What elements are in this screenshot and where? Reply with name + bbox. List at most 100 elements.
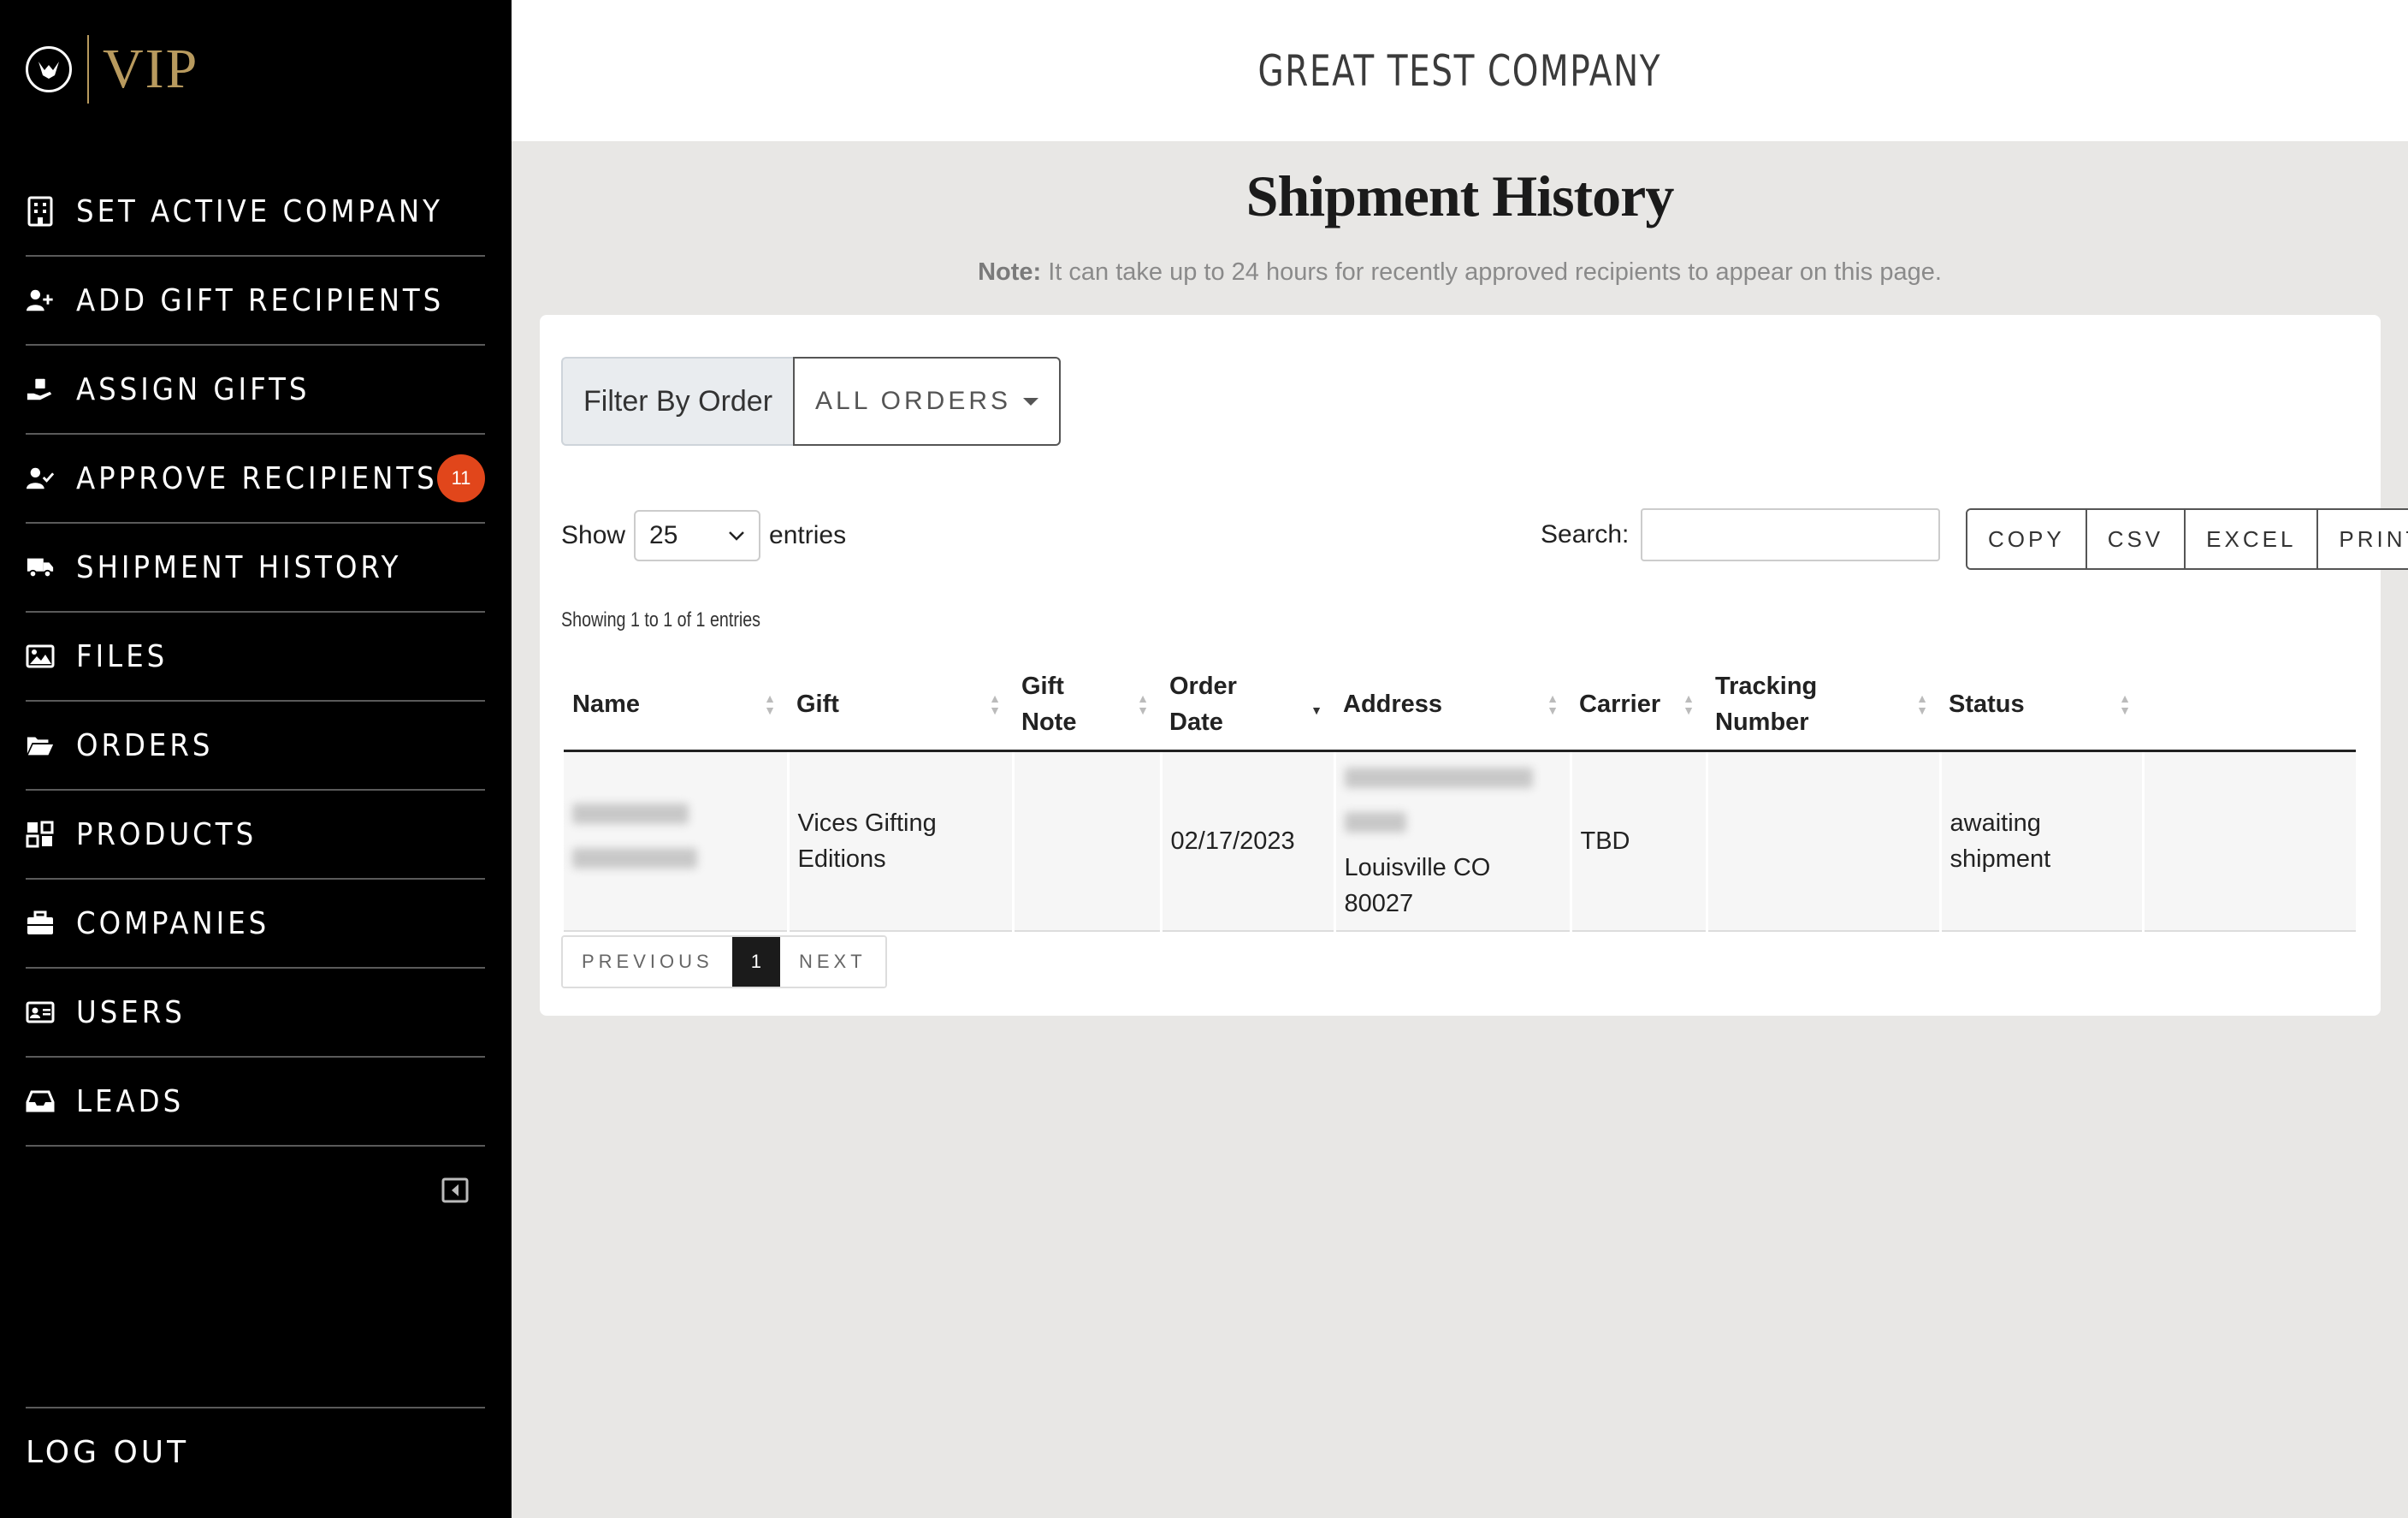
sidebar-item-label: SET ACTIVE COMPANY — [76, 193, 443, 229]
brand-logo[interactable]: VIP — [26, 33, 198, 105]
sidebar-item-shipment-history[interactable]: SHIPMENT HISTORY — [26, 524, 485, 613]
sidebar-item-label: LEADS — [76, 1083, 185, 1119]
sidebar-collapse-button[interactable] — [441, 1177, 469, 1203]
collapse-left-icon — [441, 1177, 469, 1203]
column-header-label: Address — [1343, 691, 1443, 718]
sidebar-item-approve-recipients[interactable]: APPROVE RECIPIENTS 11 — [26, 435, 485, 524]
entries-per-page-select[interactable]: 25 — [634, 510, 761, 561]
table-info: Showing 1 to 1 of 1 entries — [561, 608, 761, 632]
sort-icon: ▲ ▼ — [1547, 691, 1559, 717]
page-1-button[interactable]: 1 — [731, 937, 780, 987]
logo-emblem-icon — [26, 45, 72, 92]
sidebar-item-orders[interactable]: ORDERS — [26, 702, 485, 791]
sidebar-item-label: ASSIGN GIFTS — [76, 371, 311, 407]
export-button-group: COPY CSV EXCEL PRINT — [1966, 508, 2408, 570]
logout-link[interactable]: LOG OUT — [26, 1435, 189, 1470]
table-row: Vices Gifting Editions 02/17/2023 Louisvi… — [564, 750, 2356, 932]
shipment-table: Name ▲ ▼ Gift ▲ ▼ Gift Note ▲ ▼ Order Date ▲ ▼ Add… — [564, 659, 2356, 932]
sidebar-item-assign-gifts[interactable]: ASSIGN GIFTS — [26, 346, 485, 435]
column-header-address[interactable]: Address ▲ ▼ — [1334, 659, 1571, 752]
sidebar-item-label: FILES — [76, 638, 169, 674]
sidebar-item-files[interactable]: FILES — [26, 613, 485, 702]
filter-by-order-group: Filter By Order ALL ORDERS — [561, 357, 1061, 446]
sort-icon: ▲ ▼ — [764, 691, 776, 717]
sidebar-item-label: COMPANIES — [76, 905, 270, 941]
page-note-label: Note: — [978, 258, 1042, 286]
pagination: PREVIOUS 1 NEXT — [561, 935, 887, 988]
sidebar-item-label: USERS — [76, 994, 186, 1030]
sidebar-item-label: APPROVE RECIPIENTS — [76, 460, 438, 496]
top-header: GREAT TEST COMPANY — [512, 0, 2408, 141]
column-header-label: Gift — [1021, 673, 1064, 700]
boxes-icon — [26, 820, 55, 849]
show-entries-control: Show 25 entries — [561, 510, 846, 561]
chevron-down-icon — [729, 531, 744, 541]
sidebar-item-label: PRODUCTS — [76, 816, 257, 852]
filter-by-order-label: Filter By Order — [561, 357, 794, 446]
column-header-label: Status — [1949, 691, 2025, 718]
user-check-icon — [26, 464, 55, 493]
column-header-label: Name — [572, 691, 640, 718]
sidebar-item-products[interactable]: PRODUCTS — [26, 791, 485, 880]
shipment-history-card: Filter By Order ALL ORDERS Show 25 entri… — [540, 315, 2408, 1016]
column-header-label: Order — [1169, 673, 1237, 700]
column-header-gift[interactable]: Gift ▲ ▼ — [788, 659, 1013, 752]
sidebar-item-set-active-company[interactable]: SET ACTIVE COMPANY — [26, 168, 485, 257]
sidebar-item-users[interactable]: USERS — [26, 969, 485, 1058]
search-label: Search: — [1541, 520, 1630, 548]
column-header-label: Date — [1169, 709, 1223, 736]
table-search: Search: — [1541, 508, 1941, 561]
sort-icon: ▲ ▼ — [1683, 691, 1695, 717]
sort-icon: ▲ ▼ — [1137, 691, 1149, 717]
truck-icon — [26, 553, 55, 582]
cell-text: 80027 — [1344, 890, 1414, 917]
previous-page-button[interactable]: PREVIOUS — [563, 937, 732, 987]
caret-down-icon — [1023, 397, 1038, 406]
column-header-order-date[interactable]: Order Date ▲ ▼ — [1161, 659, 1334, 752]
sidebar: VIP SET ACTIVE COMPANY ADD GIFT RECIPIEN… — [0, 0, 512, 1518]
active-company-name: GREAT TEST COMPANY — [1257, 45, 1662, 96]
logo-divider — [87, 34, 89, 104]
sort-icon: ▲ ▼ — [2119, 691, 2131, 717]
logo-text: VIP — [103, 37, 199, 100]
redacted-text — [572, 803, 689, 824]
show-label: Show — [561, 521, 626, 549]
image-icon — [26, 642, 55, 671]
folder-open-icon — [26, 731, 55, 760]
column-header-name[interactable]: Name ▲ ▼ — [564, 659, 788, 752]
entries-label: entries — [769, 521, 847, 549]
building-icon — [26, 196, 55, 227]
inbox-icon — [26, 1087, 55, 1116]
csv-button[interactable]: CSV — [2086, 510, 2186, 568]
excel-button[interactable]: EXCEL — [2186, 510, 2319, 568]
sidebar-item-companies[interactable]: COMPANIES — [26, 880, 485, 969]
sidebar-item-label: ADD GIFT RECIPIENTS — [76, 282, 445, 318]
column-header-carrier[interactable]: Carrier ▲ ▼ — [1571, 659, 1707, 752]
table-header-row: Name ▲ ▼ Gift ▲ ▼ Gift Note ▲ ▼ Order Date ▲ ▼ Add… — [564, 659, 2356, 752]
next-page-button[interactable]: NEXT — [779, 937, 885, 987]
column-header-status[interactable]: Status ▲ ▼ — [1940, 659, 2143, 752]
copy-button[interactable]: COPY — [1967, 510, 2087, 568]
column-header-tracking-number[interactable]: Tracking Number ▲ ▼ — [1707, 659, 1940, 752]
sidebar-item-label: SHIPMENT HISTORY — [76, 549, 402, 585]
column-header-gift-note[interactable]: Gift Note ▲ ▼ — [1013, 659, 1161, 752]
order-filter-dropdown[interactable]: ALL ORDERS — [793, 357, 1061, 446]
sidebar-item-leads[interactable]: LEADS — [26, 1058, 485, 1147]
cell-address: Louisville CO 80027 — [1333, 750, 1571, 932]
cell-blank — [2141, 750, 2356, 932]
entries-per-page-value: 25 — [649, 521, 678, 549]
sidebar-item-label: ORDERS — [76, 727, 214, 763]
sort-desc-icon: ▲ ▼ — [1310, 691, 1322, 717]
cell-text: Editions — [797, 845, 886, 873]
notification-badge: 11 — [437, 454, 485, 502]
redacted-text — [1344, 768, 1533, 788]
print-button[interactable]: PRINT — [2318, 510, 2408, 568]
cell-gift: Vices Gifting Editions — [786, 750, 1013, 932]
cell-gift-note — [1011, 750, 1161, 932]
cell-name — [564, 750, 788, 932]
column-header-label: Note — [1021, 709, 1077, 736]
sidebar-item-add-gift-recipients[interactable]: ADD GIFT RECIPIENTS — [26, 257, 485, 346]
page-note-text: It can take up to 24 hours for recently … — [1041, 258, 1942, 286]
column-header-label: Carrier — [1579, 691, 1661, 718]
search-input[interactable] — [1641, 508, 1941, 561]
